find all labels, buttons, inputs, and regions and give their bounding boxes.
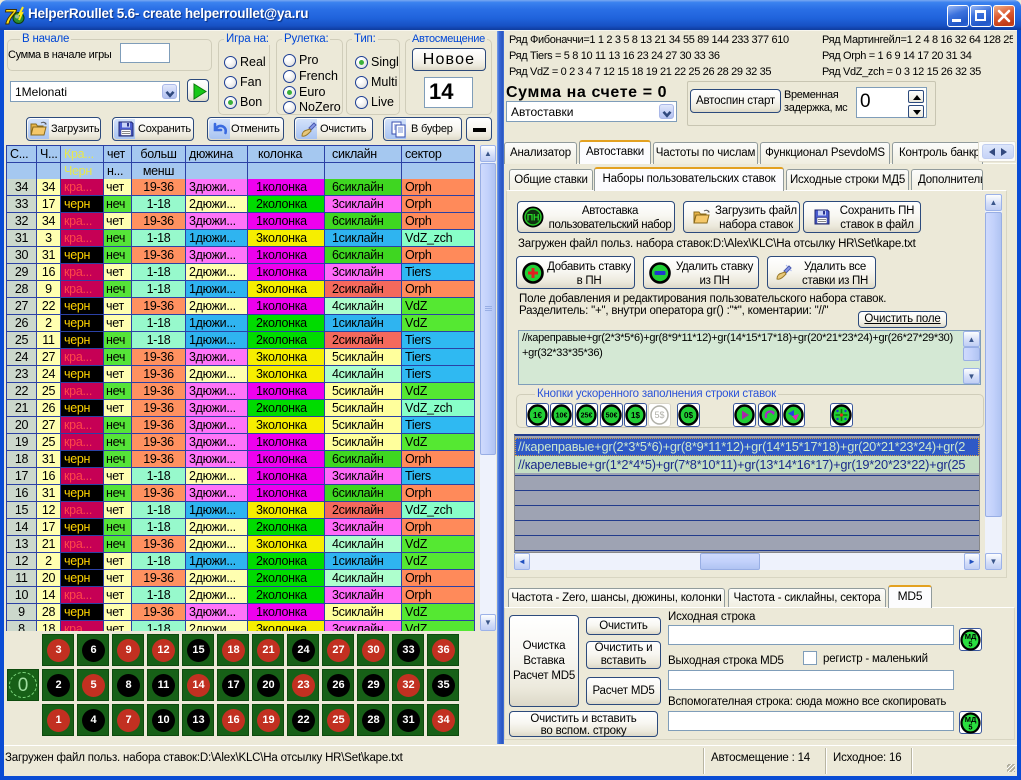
svg-text:50€: 50€ xyxy=(606,413,618,420)
svg-text:1€: 1€ xyxy=(533,411,542,420)
svg-text:5: 5 xyxy=(968,640,972,649)
svg-text:ПН: ПН xyxy=(527,213,540,223)
svg-text:1$: 1$ xyxy=(631,411,640,420)
svg-text:5: 5 xyxy=(968,723,972,732)
svg-text:5$: 5$ xyxy=(654,410,664,420)
svg-text:25€: 25€ xyxy=(581,413,593,420)
svg-text:7: 7 xyxy=(4,6,17,28)
svg-text:0$: 0$ xyxy=(684,411,693,420)
svg-text:10€: 10€ xyxy=(556,413,568,420)
